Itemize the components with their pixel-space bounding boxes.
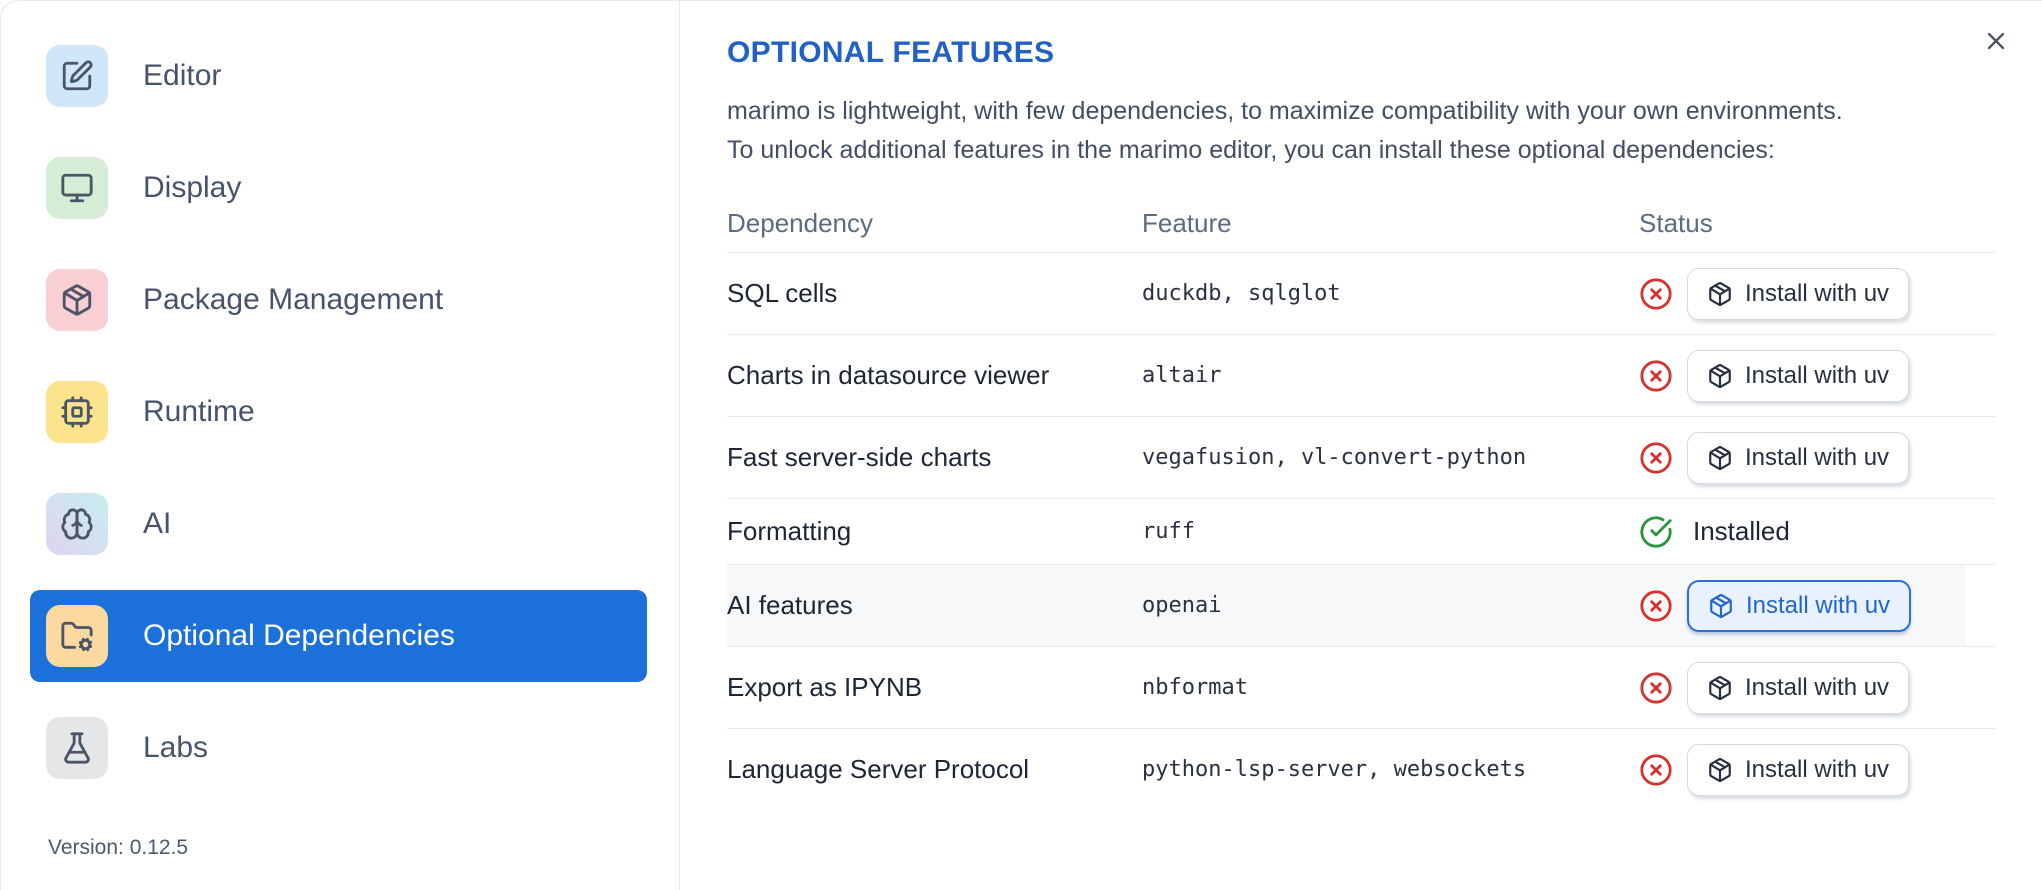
status-cell: Install with uv [1639, 661, 1995, 714]
dependency-cell: Formatting [727, 516, 852, 546]
circle-x-icon [1639, 753, 1673, 787]
install-button-label: Install with uv [1745, 443, 1890, 471]
install-with-uv-button[interactable]: Install with uv [1687, 579, 1912, 632]
sidebar-item-label: Optional Dependencies [143, 619, 455, 652]
monitor-icon [46, 157, 108, 219]
status-cell: Install with uv [1639, 349, 1995, 402]
package-icon [46, 269, 108, 331]
install-button-label: Install with uv [1745, 673, 1890, 701]
brain-icon [46, 493, 108, 555]
sidebar-item-package-management[interactable]: Package Management [30, 254, 647, 346]
dependencies-table: Dependency Feature Status SQL cells duckd… [727, 194, 1995, 810]
panel-title: OPTIONAL FEATURES [727, 36, 1055, 69]
folder-cog-icon [46, 605, 108, 667]
dependency-cell: Charts in datasource viewer [727, 360, 1050, 390]
circle-check-icon [1639, 515, 1673, 549]
optional-features-panel: OPTIONAL FEATURES marimo is lightweight,… [680, 0, 2042, 890]
sidebar-item-label: Package Management [143, 283, 444, 316]
settings-dialog: Editor Display Package Management Runtime AI… [0, 0, 2042, 890]
dependency-cell: Language Server Protocol [727, 754, 1030, 784]
status-cell: Install with uv [1639, 267, 1995, 320]
close-icon [1982, 27, 2010, 58]
status-cell: Install with uv [1639, 743, 1995, 796]
circle-x-icon [1639, 359, 1673, 393]
sidebar-item-label: Editor [143, 59, 222, 92]
table-row-charts-in-datasource-viewer: Charts in datasource viewer altair Install… [727, 334, 1995, 416]
sidebar-item-labs[interactable]: Labs [30, 702, 647, 794]
version-label: Version: 0.12.5 [48, 836, 189, 859]
sidebar-item-label: Display [143, 171, 242, 204]
install-button-label: Install with uv [1745, 361, 1890, 389]
sidebar-item-editor[interactable]: Editor [30, 30, 647, 122]
table-header-row: Dependency Feature Status [727, 194, 1995, 252]
panel-description: marimo is lightweight, with few dependen… [727, 92, 1995, 170]
feature-cell: python-lsp-server, websockets [1142, 757, 1527, 782]
sidebar-item-label: Labs [143, 731, 209, 764]
cpu-icon [46, 381, 108, 443]
sidebar-item-label: AI [143, 507, 172, 540]
flask-icon [46, 717, 108, 779]
table-row-ai-features: AI features openai Install with uv [727, 564, 1995, 646]
close-button[interactable] [1974, 20, 2018, 64]
dependency-cell: Fast server-side charts [727, 442, 992, 472]
install-button-label: Install with uv [1745, 279, 1890, 307]
status-cell: Installed [1639, 515, 1995, 549]
circle-x-icon [1639, 441, 1673, 475]
feature-cell: nbformat [1142, 675, 1248, 700]
package-icon [1707, 445, 1733, 471]
status-cell: Install with uv [1639, 431, 1995, 484]
install-with-uv-button[interactable]: Install with uv [1687, 267, 1910, 320]
feature-cell: ruff [1142, 519, 1195, 544]
dependency-cell: Export as IPYNB [727, 672, 923, 702]
table-row-sql-cells: SQL cells duckdb, sqlglot Install with uv [727, 252, 1995, 334]
sidebar-item-display[interactable]: Display [30, 142, 647, 234]
installed-label: Installed [1693, 516, 1790, 546]
description-line: To unlock additional features in the mar… [727, 136, 1775, 164]
install-button-label: Install with uv [1745, 755, 1890, 783]
circle-x-icon [1639, 589, 1673, 623]
settings-sidebar: Editor Display Package Management Runtime AI… [0, 0, 680, 890]
table-row-export-as-ipynb: Export as IPYNB nbformat Install with uv [727, 646, 1995, 728]
table-row-fast-server-side-charts: Fast server-side charts vegafusion, vl-co… [727, 416, 1995, 498]
column-header-feature: Feature [1142, 207, 1232, 238]
status-cell: Install with uv [1639, 579, 1995, 632]
dependency-cell: SQL cells [727, 278, 838, 308]
sidebar-item-optional-dependencies[interactable]: Optional Dependencies [30, 590, 647, 682]
feature-cell: openai [1142, 593, 1222, 618]
install-with-uv-button[interactable]: Install with uv [1687, 431, 1910, 484]
install-with-uv-button[interactable]: Install with uv [1687, 743, 1910, 796]
sidebar-item-label: Runtime [143, 395, 255, 428]
sidebar-nav: Editor Display Package Management Runtime AI… [0, 30, 679, 794]
install-with-uv-button[interactable]: Install with uv [1687, 661, 1910, 714]
dependency-cell: AI features [727, 590, 853, 620]
table-body: SQL cells duckdb, sqlglot Install with uv C… [727, 252, 1995, 810]
sidebar-item-runtime[interactable]: Runtime [30, 366, 647, 458]
package-icon [1708, 593, 1734, 619]
column-header-status: Status [1639, 207, 1713, 238]
table-row-language-server-protocol: Language Server Protocol python-lsp-serve… [727, 728, 1995, 810]
feature-cell: duckdb, sqlglot [1142, 281, 1341, 306]
feature-cell: altair [1142, 363, 1222, 388]
feature-cell: vegafusion, vl-convert-python [1142, 445, 1527, 470]
table-row-formatting: Formatting ruff Installed [727, 498, 1995, 564]
description-line: marimo is lightweight, with few dependen… [727, 97, 1843, 125]
square-pen-icon [46, 45, 108, 107]
column-header-dependency: Dependency [727, 207, 873, 238]
package-icon [1707, 281, 1733, 307]
package-icon [1707, 675, 1733, 701]
circle-x-icon [1639, 277, 1673, 311]
circle-x-icon [1639, 671, 1673, 705]
package-icon [1707, 363, 1733, 389]
package-icon [1707, 757, 1733, 783]
install-button-label: Install with uv [1746, 591, 1891, 619]
install-with-uv-button[interactable]: Install with uv [1687, 349, 1910, 402]
sidebar-item-ai[interactable]: AI [30, 478, 647, 570]
